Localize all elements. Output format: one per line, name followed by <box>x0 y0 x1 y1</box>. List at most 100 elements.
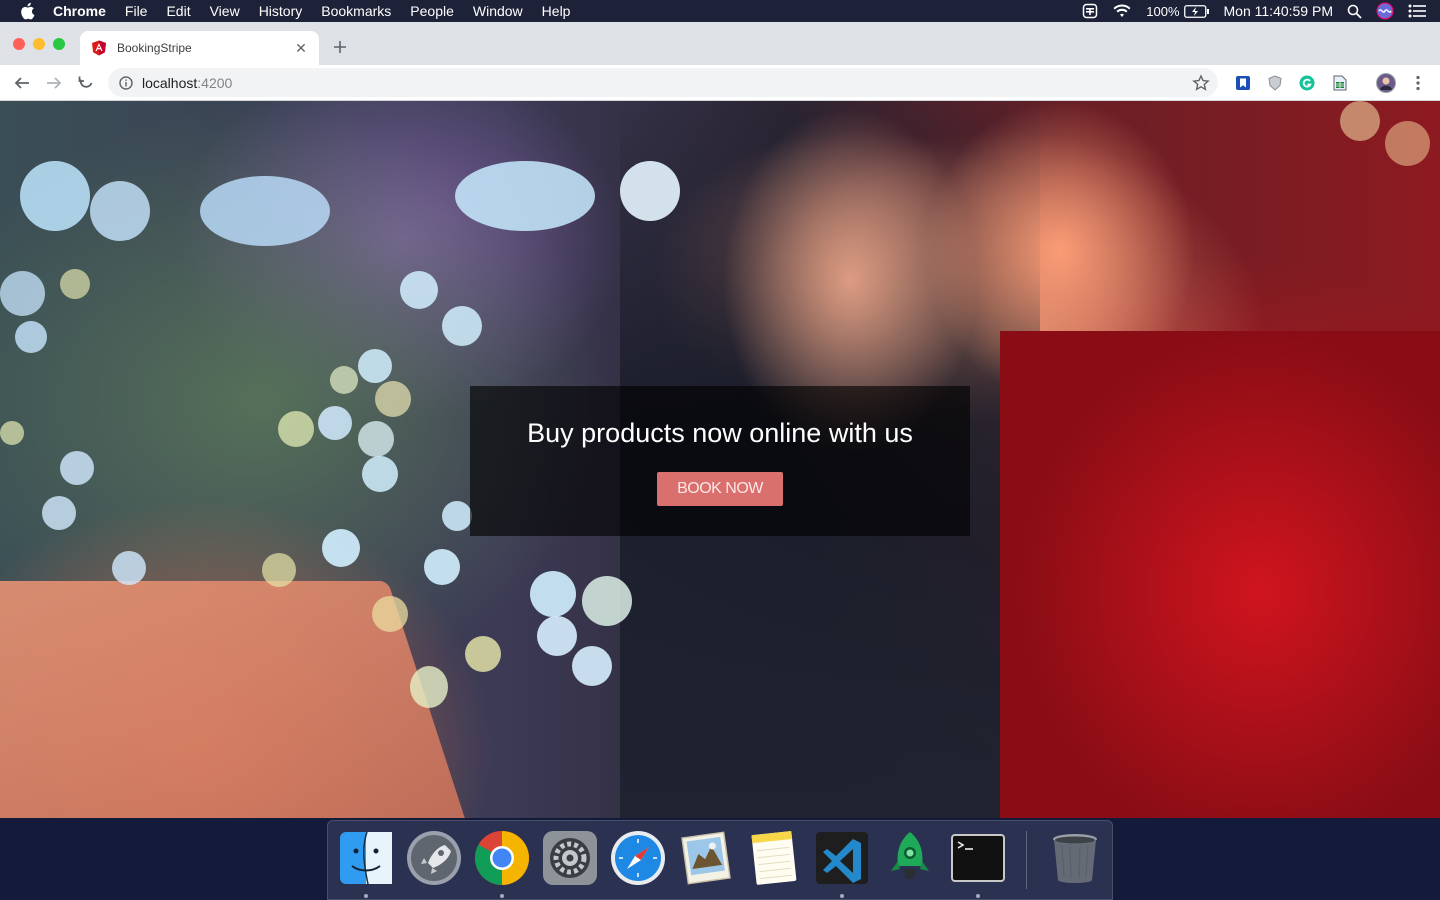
chrome-menu-icon[interactable] <box>1409 74 1427 92</box>
bokeh-light <box>372 596 408 632</box>
angular-favicon-icon <box>91 40 107 56</box>
bokeh-light <box>42 496 76 530</box>
site-info-icon[interactable] <box>118 75 134 91</box>
menu-file[interactable]: File <box>125 0 148 22</box>
system-preferences-icon[interactable] <box>541 829 599 887</box>
bokeh-light <box>112 551 146 585</box>
bokeh-light <box>455 161 595 231</box>
dock-running-indicator <box>500 894 504 898</box>
bokeh-light <box>358 421 394 457</box>
hero-title: Buy products now online with us <box>527 418 913 448</box>
dock-running-indicator <box>364 894 368 898</box>
bookmark-star-icon[interactable] <box>1192 74 1210 92</box>
tab-close-icon[interactable]: ✕ <box>293 40 309 56</box>
grammarly-icon[interactable] <box>1298 74 1316 92</box>
battery-percentage: 100% <box>1146 3 1180 19</box>
bokeh-light <box>322 529 360 567</box>
apple-icon[interactable] <box>19 2 37 20</box>
bokeh-light <box>318 406 352 440</box>
clock[interactable]: Mon 11:40:59 PM <box>1224 3 1333 19</box>
bokeh-light <box>200 176 330 246</box>
battery-icon <box>1183 4 1210 18</box>
bokeh-light <box>424 549 460 585</box>
page-viewport: Buy products now online with us BOOK NOW <box>0 101 1440 818</box>
safari-icon[interactable] <box>609 829 667 887</box>
menu-edit[interactable]: Edit <box>166 0 190 22</box>
bokeh-light <box>1385 121 1430 166</box>
bokeh-light <box>620 161 680 221</box>
menu-help[interactable]: Help <box>542 0 571 22</box>
new-tab-icon[interactable] <box>330 37 350 57</box>
bokeh-light <box>582 576 632 626</box>
bokeh-light <box>262 553 296 587</box>
mail-icon[interactable] <box>677 829 735 887</box>
bokeh-light <box>0 421 24 445</box>
shield-extension-icon[interactable] <box>1266 74 1284 92</box>
book-now-button[interactable]: BOOK NOW <box>657 472 783 506</box>
menu-app-chrome[interactable]: Chrome <box>53 0 106 22</box>
terminal-icon[interactable] <box>949 829 1007 887</box>
macos-dock <box>327 820 1113 900</box>
finder-icon[interactable] <box>337 829 395 887</box>
bokeh-light <box>20 161 90 231</box>
bokeh-light <box>330 366 358 394</box>
window-zoom-button[interactable] <box>53 38 65 50</box>
tab-title: BookingStripe <box>117 41 192 55</box>
bookmark-extension-icon[interactable] <box>1234 74 1252 92</box>
chrome-icon[interactable] <box>473 829 531 887</box>
tab-strip: BookingStripe ✕ <box>0 22 1440 65</box>
tab-bookingstripe[interactable]: BookingStripe ✕ <box>80 31 319 65</box>
sweater-shape <box>1000 331 1440 818</box>
macos-menu-bar: Chrome File Edit View History Bookmarks … <box>0 0 1440 22</box>
bokeh-light <box>465 636 501 672</box>
dock-running-indicator <box>976 894 980 898</box>
bokeh-light <box>1340 101 1380 141</box>
notification-center-icon[interactable] <box>1408 4 1426 18</box>
menu-view[interactable]: View <box>210 0 240 22</box>
bokeh-light <box>410 666 448 708</box>
bokeh-light <box>537 616 577 656</box>
bokeh-light <box>572 646 612 686</box>
keyboard-input-icon[interactable] <box>1082 3 1098 19</box>
spotlight-search-icon[interactable] <box>1347 4 1362 19</box>
profile-avatar[interactable] <box>1376 73 1396 93</box>
menu-bookmarks[interactable]: Bookmarks <box>321 0 391 22</box>
dock-separator <box>1026 831 1027 889</box>
bokeh-light <box>375 381 411 417</box>
reload-icon[interactable] <box>76 73 96 93</box>
bokeh-light <box>358 349 392 383</box>
git-client-icon[interactable] <box>881 829 939 887</box>
vscode-icon[interactable] <box>813 829 871 887</box>
hero-card: Buy products now online with us BOOK NOW <box>470 386 970 536</box>
bokeh-light <box>60 269 90 299</box>
notes-icon[interactable] <box>745 829 803 887</box>
bokeh-light <box>400 271 438 309</box>
bokeh-light <box>15 321 47 353</box>
back-arrow-icon[interactable] <box>12 73 32 93</box>
battery-status[interactable]: 100% <box>1146 4 1209 19</box>
menu-window[interactable]: Window <box>473 0 523 22</box>
forward-arrow-icon[interactable] <box>44 73 64 93</box>
bokeh-light <box>442 306 482 346</box>
status-area: 100% Mon 11:40:59 PM <box>1082 0 1440 22</box>
bokeh-light <box>0 271 45 316</box>
bokeh-light <box>60 451 94 485</box>
url-port: :4200 <box>197 74 233 91</box>
url-text[interactable]: localhost:4200 <box>142 75 232 91</box>
address-bar[interactable]: localhost:4200 <box>108 68 1218 97</box>
trash-icon[interactable] <box>1046 829 1104 887</box>
menu-history[interactable]: History <box>259 0 303 22</box>
bokeh-light <box>442 501 472 531</box>
window-minimize-button[interactable] <box>33 38 45 50</box>
bokeh-light <box>278 411 314 447</box>
siri-icon[interactable] <box>1376 2 1394 20</box>
menu-people[interactable]: People <box>410 0 454 22</box>
url-host: localhost <box>142 74 198 91</box>
bokeh-light <box>90 181 150 241</box>
window-close-button[interactable] <box>13 38 25 50</box>
dock-running-indicator <box>840 894 844 898</box>
wifi-icon[interactable] <box>1112 3 1132 19</box>
sheets-extension-icon[interactable] <box>1331 74 1349 92</box>
browser-toolbar: localhost:4200 <box>0 65 1440 101</box>
launchpad-icon[interactable] <box>405 829 463 887</box>
